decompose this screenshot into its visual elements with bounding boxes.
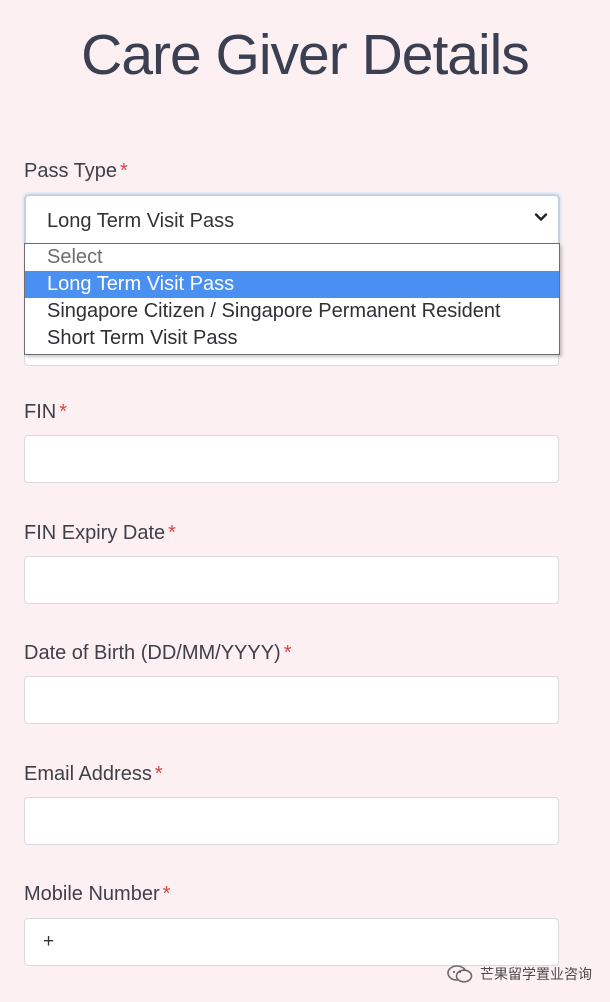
mobile-label-text: Mobile Number xyxy=(24,883,160,905)
option-short-term-visit-pass[interactable]: Short Term Visit Pass xyxy=(25,325,559,352)
pass-type-label: Pass Type * xyxy=(24,160,128,183)
fin-expiry-input[interactable] xyxy=(24,556,559,604)
required-marker: * xyxy=(59,401,68,423)
dob-label-text: Date of Birth (DD/MM/YYYY) xyxy=(24,642,281,664)
option-long-term-visit-pass[interactable]: Long Term Visit Pass xyxy=(25,271,559,298)
required-marker: * xyxy=(168,522,176,544)
watermark: 芒果留学置业咨询 xyxy=(446,964,592,984)
fin-expiry-label-text: FIN Expiry Date xyxy=(24,522,166,544)
mobile-input[interactable] xyxy=(24,918,559,966)
wechat-icon xyxy=(447,965,473,983)
option-singapore-citizen-pr[interactable]: Singapore Citizen / Singapore Permanent … xyxy=(25,298,559,325)
fin-expiry-label: FIN Expiry Date * xyxy=(24,522,176,545)
fin-input[interactable] xyxy=(24,435,559,483)
dob-input[interactable] xyxy=(24,676,559,724)
email-label: Email Address * xyxy=(24,763,163,786)
fin-label: FIN * xyxy=(24,401,67,424)
option-select[interactable]: Select xyxy=(25,244,559,271)
dob-label: Date of Birth (DD/MM/YYYY) * xyxy=(24,642,292,665)
mobile-label: Mobile Number * xyxy=(24,883,170,906)
fin-label-text: FIN xyxy=(24,401,57,423)
email-label-text: Email Address xyxy=(24,763,152,785)
required-marker: * xyxy=(154,763,163,785)
required-marker: * xyxy=(162,883,171,905)
pass-type-label-text: Pass Type xyxy=(24,160,118,182)
page-title: Care Giver Details xyxy=(81,23,530,87)
required-marker: * xyxy=(120,160,128,182)
required-marker: * xyxy=(283,642,292,664)
chevron-down-icon xyxy=(534,213,548,221)
email-input[interactable] xyxy=(24,797,559,845)
pass-type-selected-value: Long Term Visit Pass xyxy=(47,210,235,232)
pass-type-dropdown: Select Long Term Visit Pass Singapore Ci… xyxy=(24,243,560,355)
watermark-text: 芒果留学置业咨询 xyxy=(480,966,592,982)
pass-type-select[interactable]: Long Term Visit Pass xyxy=(24,194,560,246)
